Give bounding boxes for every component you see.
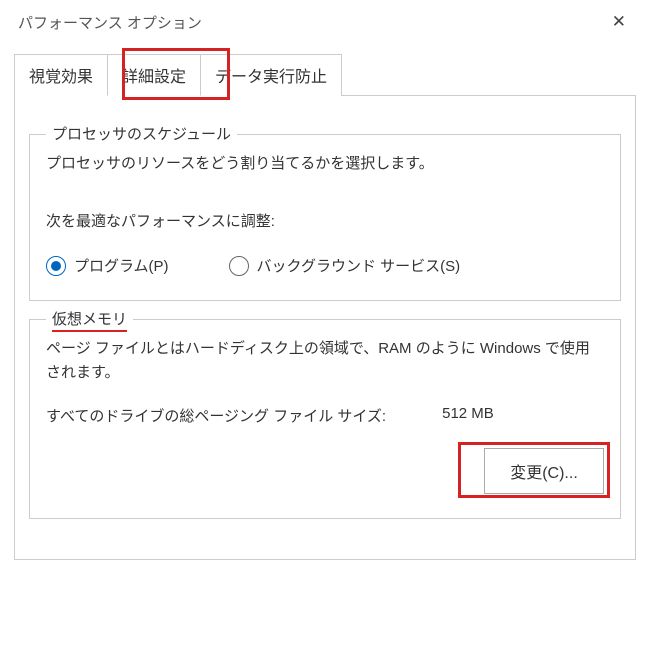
processor-scheduling-group: プロセッサのスケジュール プロセッサのリソースをどう割り当てるかを選択します。 … <box>29 134 621 301</box>
tab-content: プロセッサのスケジュール プロセッサのリソースをどう割り当てるかを選択します。 … <box>14 95 636 560</box>
tab-advanced[interactable]: 詳細設定 <box>107 54 201 96</box>
paging-file-size-label: すべてのドライブの総ページング ファイル サイズ: <box>46 405 386 426</box>
radio-programs-label: プログラム(P) <box>74 255 169 276</box>
virtual-memory-desc: ページ ファイルとはハードディスク上の領域で、RAM のように Windows … <box>46 337 604 385</box>
processor-scheduling-desc: プロセッサのリソースをどう割り当てるかを選択します。 <box>46 152 604 176</box>
processor-radio-row: プログラム(P) バックグラウンド サービス(S) <box>46 255 604 276</box>
close-icon[interactable]: ✕ <box>606 10 632 34</box>
virtual-memory-button-row: 変更(C)... <box>46 448 604 494</box>
change-button[interactable]: 変更(C)... <box>484 448 604 494</box>
tab-strip: 視覚効果 詳細設定 データ実行防止 <box>14 54 650 96</box>
paging-file-size-row: すべてのドライブの総ページング ファイル サイズ: 512 MB <box>46 405 604 426</box>
window-title: パフォーマンス オプション <box>18 12 202 33</box>
paging-file-size-value: 512 MB <box>442 405 494 426</box>
tab-dep[interactable]: データ実行防止 <box>200 54 342 96</box>
radio-background-services[interactable]: バックグラウンド サービス(S) <box>229 255 461 276</box>
virtual-memory-group: 仮想メモリ ページ ファイルとはハードディスク上の領域で、RAM のように Wi… <box>29 319 621 519</box>
processor-scheduling-legend: プロセッサのスケジュール <box>46 123 237 144</box>
tab-visual-effects[interactable]: 視覚効果 <box>14 54 108 96</box>
processor-adjust-label: 次を最適なパフォーマンスに調整: <box>46 210 604 231</box>
radio-programs[interactable]: プログラム(P) <box>46 255 169 276</box>
titlebar: パフォーマンス オプション ✕ <box>0 0 650 48</box>
radio-icon <box>229 256 249 276</box>
radio-icon <box>46 256 66 276</box>
virtual-memory-legend: 仮想メモリ <box>46 308 133 329</box>
radio-background-label: バックグラウンド サービス(S) <box>257 255 461 276</box>
